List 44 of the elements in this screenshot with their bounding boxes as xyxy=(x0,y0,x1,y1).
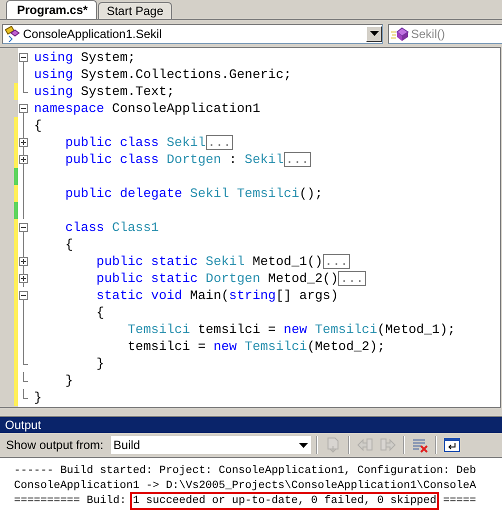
code-line: public class Dortgen : Sekil xyxy=(64,152,284,167)
code-line: using System; xyxy=(34,50,136,65)
output-source-dropdown[interactable]: Build xyxy=(111,436,312,454)
code-line: class Class1 xyxy=(64,220,159,235)
expand-icon[interactable] xyxy=(18,151,29,168)
dropdown-arrow-icon xyxy=(370,31,378,36)
output-text: ConsoleApplication1 -> D:\Vs2005_Projects\ConsoleApplication1\ConsoleA xyxy=(14,480,476,492)
code-line: } xyxy=(95,356,104,371)
code-line: using System.Collections.Generic; xyxy=(34,67,292,82)
code-line: public delegate Sekil Temsilci(); xyxy=(64,186,323,201)
code-line: static void Main(string[] args) xyxy=(95,288,338,303)
code-line: { xyxy=(34,118,42,133)
code-line: { xyxy=(95,305,104,320)
code-line: namespace ConsoleApplication1 xyxy=(34,101,260,116)
word-wrap-icon[interactable] xyxy=(444,437,460,453)
expand-icon[interactable] xyxy=(18,270,29,287)
output-text: ------ Build started: Project: ConsoleApplication1, Configuration: Deb xyxy=(14,465,476,477)
type-dropdown[interactable]: ConsoleApplication1.Sekil xyxy=(2,24,383,44)
code-line: { xyxy=(64,237,74,252)
output-source-label: Show output from: xyxy=(6,438,104,452)
editor-tab[interactable]: Program.cs* xyxy=(6,0,97,19)
output-text: ========== Build: xyxy=(14,495,128,507)
collapsed-region[interactable]: ... xyxy=(206,135,234,150)
code-line: public static Sekil Metod_1() xyxy=(95,254,323,269)
expand-icon[interactable] xyxy=(18,253,29,270)
collapsed-region[interactable]: ... xyxy=(338,271,366,286)
code-line: public class Sekil xyxy=(64,135,206,150)
code-line: } xyxy=(64,373,74,388)
dropdown-arrow-icon xyxy=(298,442,308,448)
editor-tab[interactable]: Start Page xyxy=(98,2,172,19)
class-icon xyxy=(5,26,21,42)
highlighted-output-text: 1 succeeded or up-to-date, 0 failed, 0 skipped xyxy=(132,495,436,507)
output-text: ===== xyxy=(442,495,476,507)
panel-title: Output xyxy=(0,417,502,433)
code-line: public static Dortgen Metod_2() xyxy=(95,271,338,286)
code-line: temsilci = new Temsilci(Metod_2); xyxy=(126,339,386,354)
collapsed-region[interactable]: ... xyxy=(284,152,312,167)
clear-all-icon[interactable] xyxy=(412,437,428,453)
code-line: Temsilci temsilci = new Temsilci(Metod_1); xyxy=(126,322,456,337)
code-line: using System.Text; xyxy=(34,84,174,99)
method-icon xyxy=(391,26,409,40)
collapsed-region[interactable]: ... xyxy=(322,254,350,269)
expand-icon[interactable] xyxy=(18,134,29,151)
code-line: } xyxy=(34,390,42,405)
